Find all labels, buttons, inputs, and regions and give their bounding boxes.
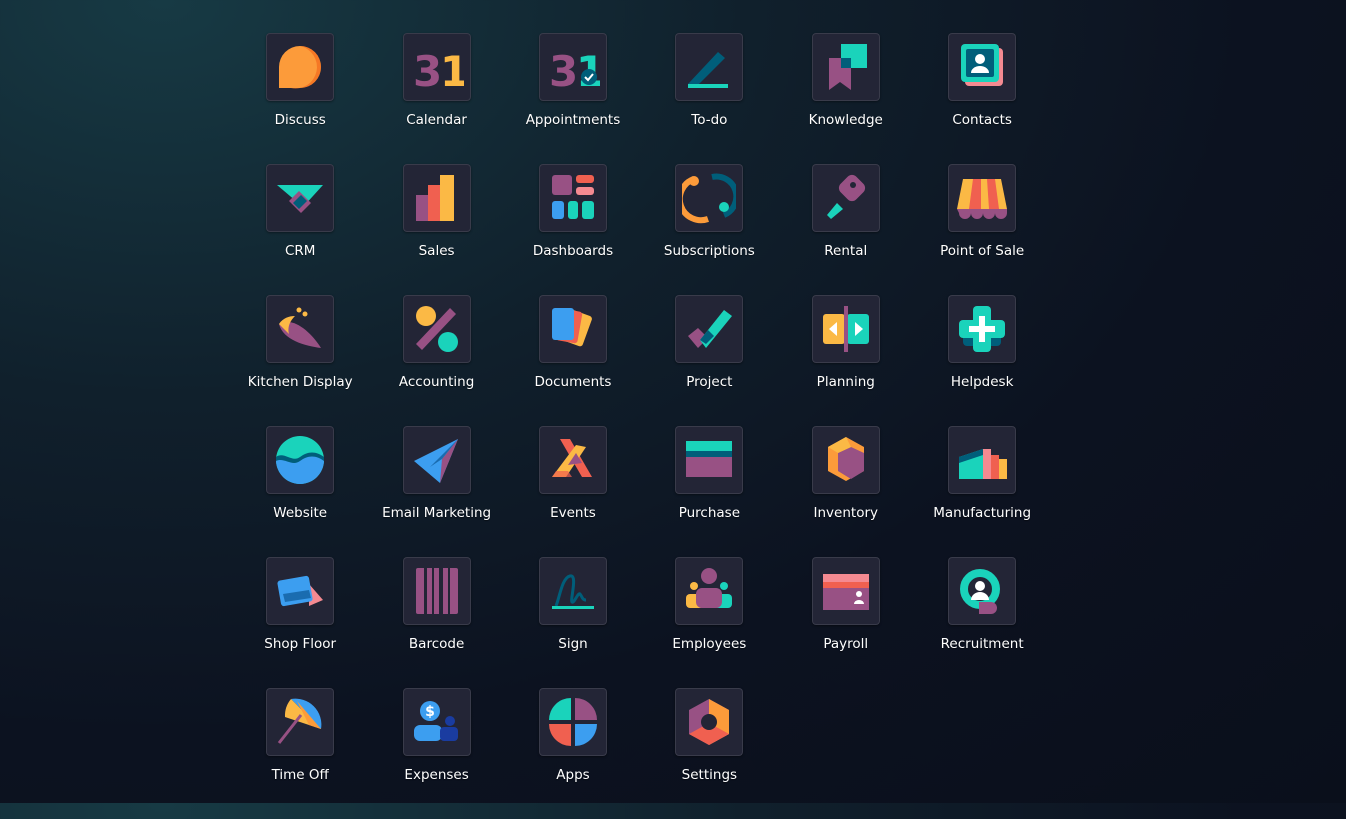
sign-icon [551,574,594,609]
manufacturing-icon [959,449,1008,479]
svg-text:3: 3 [549,47,578,94]
app-appointments[interactable]: 31 Appointments [505,33,641,164]
app-purchase[interactable]: Purchase [641,426,777,557]
website-icon [276,436,325,484]
events-icon [551,439,592,477]
app-events[interactable]: Events [505,426,641,557]
app-payroll[interactable]: Payroll [778,557,914,688]
employees-icon [686,568,733,608]
payroll-icon [822,574,869,610]
app-shop-floor[interactable]: Shop Floor [232,557,368,688]
crm-icon [277,185,324,213]
subscriptions-icon [682,173,737,224]
app-crm[interactable]: CRM [232,164,368,295]
app-barcode[interactable]: Barcode [368,557,504,688]
app-dashboards[interactable]: Dashboards [505,164,641,295]
app-project[interactable]: Project [641,295,777,426]
dollar-sign: $ [425,704,435,720]
app-expenses[interactable]: $ Expenses [368,688,504,819]
inventory-icon [827,437,864,481]
settings-icon [689,699,730,745]
rental-icon [826,174,865,219]
app-grid: Discuss 31 Calendar 31 Appointments To-d… [232,33,1050,819]
app-sales[interactable]: Sales [368,164,504,295]
barcode-icon [415,568,458,614]
app-sign[interactable]: Sign [505,557,641,688]
recruitment-icon [960,569,1001,614]
svg-text:1: 1 [440,47,464,94]
time-off-icon [278,698,322,744]
app-contacts[interactable]: Contacts [914,33,1050,164]
app-documents[interactable]: Documents [505,295,641,426]
dashboards-icon [551,175,594,219]
app-calendar[interactable]: 31 Calendar [368,33,504,164]
app-inventory[interactable]: Inventory [778,426,914,557]
todo-icon [688,52,729,88]
app-settings[interactable]: Settings [641,688,777,819]
expenses-icon: $ [413,701,458,741]
project-icon [688,310,733,348]
svg-text:3: 3 [413,47,442,94]
app-email-marketing[interactable]: Email Marketing [368,426,504,557]
app-accounting[interactable]: Accounting [368,295,504,426]
app-point-of-sale[interactable]: Point of Sale [914,164,1050,295]
app-recruitment[interactable]: Recruitment [914,557,1050,688]
accounting-icon [415,306,458,352]
contacts-icon [961,44,1004,86]
app-discuss[interactable]: Discuss [232,33,368,164]
app-website[interactable]: Website [232,426,368,557]
app-time-off[interactable]: Time Off [232,688,368,819]
discuss-icon [279,46,322,89]
app-todo[interactable]: To-do [641,33,777,164]
app-knowledge[interactable]: Knowledge [778,33,914,164]
purchase-icon [686,441,733,477]
kitchen-display-icon [279,307,322,348]
helpdesk-icon [959,306,1006,352]
app-subscriptions[interactable]: Subscriptions [641,164,777,295]
planning-icon [822,306,869,352]
app-kitchen-display[interactable]: Kitchen Display [232,295,368,426]
email-marketing-icon [413,439,458,483]
app-employees[interactable]: Employees [641,557,777,688]
calendar-icon: 31 [413,47,464,94]
point-of-sale-icon [957,179,1008,219]
appointments-icon: 31 [549,47,600,94]
app-helpdesk[interactable]: Helpdesk [914,295,1050,426]
app-manufacturing[interactable]: Manufacturing [914,426,1050,557]
app-rental[interactable]: Rental [778,164,914,295]
documents-icon [551,308,592,347]
shop-floor-icon [277,575,324,607]
app-apps[interactable]: Apps [505,688,641,819]
app-planning[interactable]: Planning [778,295,914,426]
sales-icon [415,175,454,221]
knowledge-icon [828,44,867,90]
apps-icon [548,698,597,746]
